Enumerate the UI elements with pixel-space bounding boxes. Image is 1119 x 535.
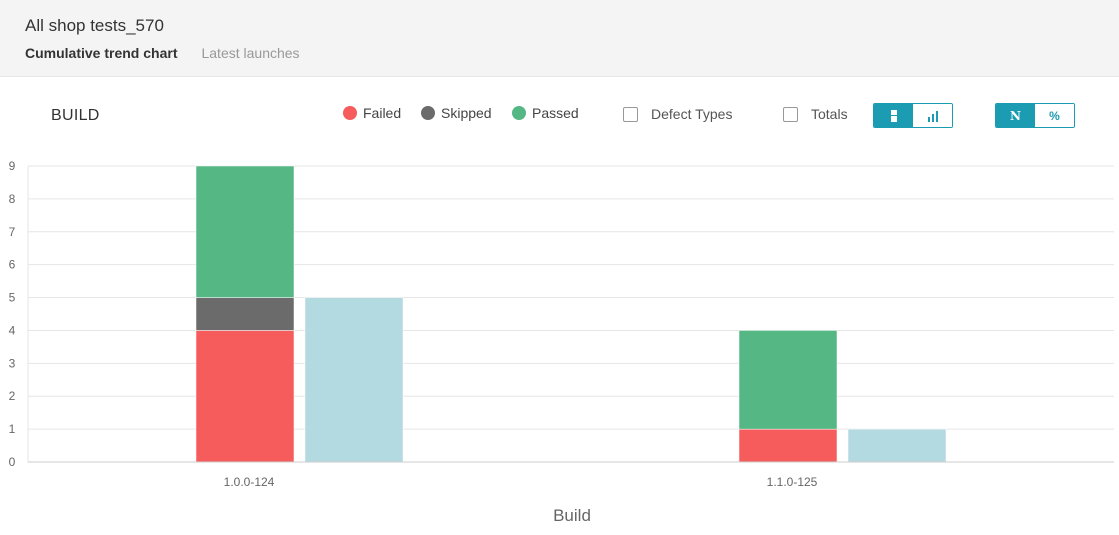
legend-failed[interactable]: Failed bbox=[343, 105, 401, 121]
y-tick-label: 9 bbox=[9, 159, 16, 173]
bar-view-button[interactable] bbox=[913, 104, 952, 127]
trend-bar-chart: 0 1 2 3 4 5 6 7 8 9 1.0.0-124 1.1.0-125 Build bbox=[9, 159, 1114, 525]
legend-passed-dot bbox=[512, 106, 526, 120]
y-tick-label: 8 bbox=[9, 192, 16, 206]
legend-failed-label: Failed bbox=[363, 105, 402, 121]
tab-cumulative-trend-chart[interactable]: Cumulative trend chart bbox=[25, 45, 177, 61]
y-axis-ticks: 0 1 2 3 4 5 6 7 8 9 bbox=[9, 159, 16, 469]
widget-tabs: Cumulative trend chart Latest launches bbox=[25, 45, 300, 61]
bar-passed-1.1.0-125[interactable] bbox=[738, 330, 838, 430]
x-tick-label: 1.1.0-125 bbox=[767, 475, 818, 489]
bar-failed-1.1.0-125[interactable] bbox=[738, 428, 838, 463]
count-mode-button[interactable]: N bbox=[996, 104, 1035, 127]
bar-chart-icon bbox=[927, 110, 938, 122]
y-tick-label: 0 bbox=[9, 455, 16, 469]
bar-skipped-1.0.0-124[interactable] bbox=[195, 297, 295, 331]
defect-types-label: Defect Types bbox=[651, 106, 733, 122]
view-mode-toggle bbox=[873, 103, 953, 128]
y-tick-label: 6 bbox=[9, 258, 16, 272]
totals-toggle[interactable]: Totals bbox=[783, 106, 848, 122]
y-tick-label: 1 bbox=[9, 422, 16, 436]
widget-header: All shop tests_570 Cumulative trend char… bbox=[0, 0, 1119, 77]
totals-checkbox[interactable] bbox=[783, 106, 798, 122]
bar-failed-1.0.0-124[interactable] bbox=[195, 330, 295, 463]
totals-label: Totals bbox=[811, 106, 848, 122]
legend-skipped[interactable]: Skipped bbox=[421, 105, 492, 121]
value-mode-toggle: N % bbox=[995, 103, 1075, 128]
legend-skipped-label: Skipped bbox=[441, 105, 492, 121]
bar-other-1.0.0-124[interactable] bbox=[304, 297, 404, 463]
y-tick-label: 3 bbox=[9, 356, 16, 370]
legend-passed[interactable]: Passed bbox=[512, 105, 579, 121]
legend-failed-dot bbox=[343, 106, 357, 120]
y-tick-label: 7 bbox=[9, 225, 16, 239]
y-tick-label: 5 bbox=[9, 291, 16, 305]
bar-other-1.1.0-125[interactable] bbox=[847, 428, 947, 463]
level-label[interactable]: BUILD bbox=[51, 107, 100, 125]
stacked-bar-icon bbox=[890, 109, 897, 122]
bar-passed-1.0.0-124[interactable] bbox=[195, 165, 295, 298]
y-tick-label: 4 bbox=[9, 323, 16, 337]
bars bbox=[195, 165, 947, 463]
legend-passed-label: Passed bbox=[532, 105, 579, 121]
x-tick-label: 1.0.0-124 bbox=[224, 475, 275, 489]
defect-types-checkbox[interactable] bbox=[623, 106, 638, 122]
grid-lines bbox=[27, 165, 1114, 462]
x-axis-label: Build bbox=[553, 506, 591, 525]
legend-skipped-dot bbox=[421, 106, 435, 120]
defect-types-toggle[interactable]: Defect Types bbox=[623, 106, 732, 122]
percent-mode-button[interactable]: % bbox=[1035, 104, 1074, 127]
y-tick-label: 2 bbox=[9, 389, 16, 403]
chart-controls: BUILD Failed Skipped Passed Defect Types… bbox=[0, 100, 1119, 130]
widget-title: All shop tests_570 bbox=[25, 16, 164, 35]
tab-latest-launches[interactable]: Latest launches bbox=[201, 45, 299, 61]
stacked-view-button[interactable] bbox=[874, 104, 913, 127]
x-axis-ticks: 1.0.0-124 1.1.0-125 bbox=[224, 475, 818, 489]
